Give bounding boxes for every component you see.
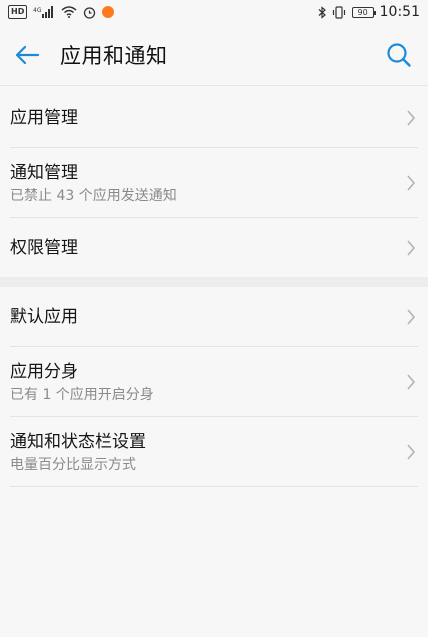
signal-icon: 4G: [33, 5, 55, 19]
chevron-right-icon: [407, 175, 416, 191]
chevron-right-icon: [407, 110, 416, 126]
network-type-label: 4G: [33, 7, 42, 14]
hd-icon: HD: [8, 5, 28, 19]
arrow-left-icon: [15, 45, 40, 64]
alarm-icon: [83, 5, 96, 19]
list-item-app-management[interactable]: 应用管理: [0, 88, 428, 148]
list-item-notification-status-bar[interactable]: 通知和状态栏设置 电量百分比显示方式: [0, 417, 428, 487]
search-button[interactable]: [376, 32, 422, 78]
app-bar: 应用和通知: [0, 24, 428, 86]
chevron-right-icon: [407, 374, 416, 390]
settings-group-2: 默认应用 应用分身 已有 1 个应用开启分身 通知和状态栏设置 电量百分比显示方…: [0, 287, 428, 487]
list-item-app-twin[interactable]: 应用分身 已有 1 个应用开启分身: [0, 347, 428, 417]
settings-group-1: 应用管理 通知管理 已禁止 43 个应用发送通知 权限管理: [0, 88, 428, 278]
battery-icon: 90: [351, 6, 376, 18]
item-subtitle: 已有 1 个应用开启分身: [10, 386, 154, 403]
status-bar: HD 4G 90 10:51: [0, 0, 428, 24]
status-bar-left: HD 4G: [8, 5, 115, 19]
item-title: 通知管理: [10, 162, 78, 183]
vibrate-icon: [332, 5, 346, 19]
item-title: 通知和状态栏设置: [10, 431, 146, 452]
chevron-right-icon: [407, 240, 416, 256]
wifi-icon: [61, 5, 77, 19]
divider: [10, 486, 418, 487]
search-icon: [387, 43, 411, 67]
item-title: 应用管理: [10, 108, 78, 128]
status-bar-time: 10:51: [379, 4, 420, 20]
item-title: 权限管理: [10, 238, 78, 258]
chevron-right-icon: [407, 309, 416, 325]
list-item-permission-management[interactable]: 权限管理: [0, 218, 428, 278]
item-subtitle: 已禁止 43 个应用发送通知: [10, 187, 177, 204]
status-bar-right: 90 10:51: [318, 4, 420, 20]
back-button[interactable]: [4, 32, 50, 78]
app-notification-icon: [102, 6, 115, 18]
bluetooth-icon: [318, 5, 326, 19]
group-separator: [0, 277, 428, 287]
item-title: 默认应用: [10, 307, 78, 327]
item-subtitle: 电量百分比显示方式: [10, 456, 136, 473]
page-title: 应用和通知: [60, 43, 168, 68]
list-item-default-apps[interactable]: 默认应用: [0, 287, 428, 347]
item-title: 应用分身: [10, 361, 78, 382]
chevron-right-icon: [407, 444, 416, 460]
list-item-notification-management[interactable]: 通知管理 已禁止 43 个应用发送通知: [0, 148, 428, 218]
